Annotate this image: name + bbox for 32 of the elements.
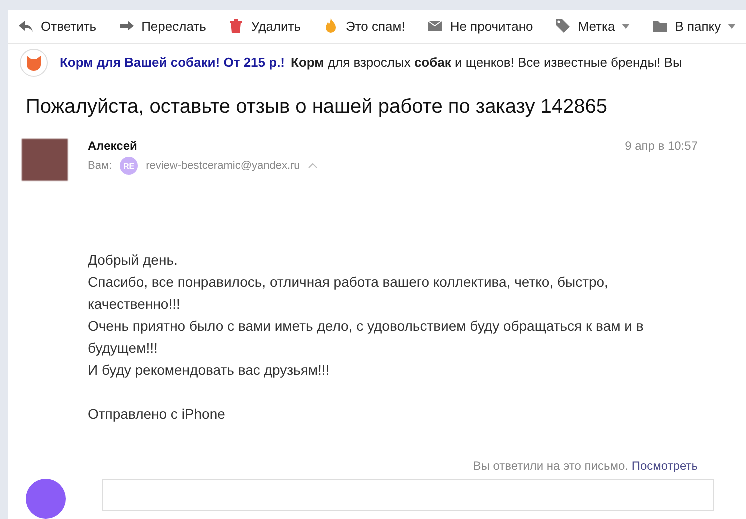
tag-icon <box>555 18 572 34</box>
toolbar-button[interactable]: Не прочитано <box>427 18 534 34</box>
caret-icon <box>622 24 630 29</box>
toolbar-button[interactable]: Это спам! <box>323 18 406 34</box>
toolbar-button[interactable]: Метка <box>555 18 630 34</box>
body-paragraph: Очень приятно было с вами иметь дело, с удовольствием буду обращаться к вам и в будущем!!! <box>88 317 645 358</box>
toolbar-button[interactable]: Переслать <box>118 18 206 34</box>
recipient-label: Вам: <box>88 160 112 172</box>
caret-icon <box>728 24 736 29</box>
avatar-placeholder <box>22 139 68 181</box>
recipient-avatar: RE <box>120 157 138 175</box>
recipient-address: review-bestceramic@yandex.ru <box>146 160 300 172</box>
body-paragraph: Спасибо, все понравилось, отличная работа вашего коллектива, четко, быстро, качественно!!! <box>88 273 610 314</box>
body-paragraph: И буду рекомендовать вас друзьям!!! <box>88 361 331 380</box>
folder-icon <box>652 18 668 34</box>
toolbar-button[interactable]: В папку <box>652 18 736 34</box>
toolbar-button[interactable]: Ответить <box>18 18 97 34</box>
trash-icon <box>228 18 244 34</box>
user-avatar <box>26 479 66 519</box>
email-date: 9 апр в 10:57 <box>625 139 698 155</box>
ad-link[interactable]: Корм для Вашей собаки! От 215 р.! <box>60 55 286 70</box>
sender-name: Алексей <box>88 139 138 153</box>
email-subject: Пожалуйста, оставьте отзыв о нашей работе по заказу 142865 <box>26 96 609 119</box>
reply-field[interactable] <box>102 479 714 511</box>
ad-text: Корм для взрослых собак и щенков! Все известные бренды! Вы <box>291 55 682 70</box>
cat-logo-icon <box>20 48 48 77</box>
chevron-up-icon[interactable] <box>308 163 318 169</box>
view-link[interactable]: Посмотреть <box>632 459 698 473</box>
body-paragraph: Отправлено с iPhone <box>88 405 226 424</box>
body-paragraph: Добрый день. <box>88 251 179 270</box>
reply-notice: Вы ответили на это письмо. <box>473 459 630 473</box>
toolbar-button[interactable]: Удалить <box>228 18 302 34</box>
